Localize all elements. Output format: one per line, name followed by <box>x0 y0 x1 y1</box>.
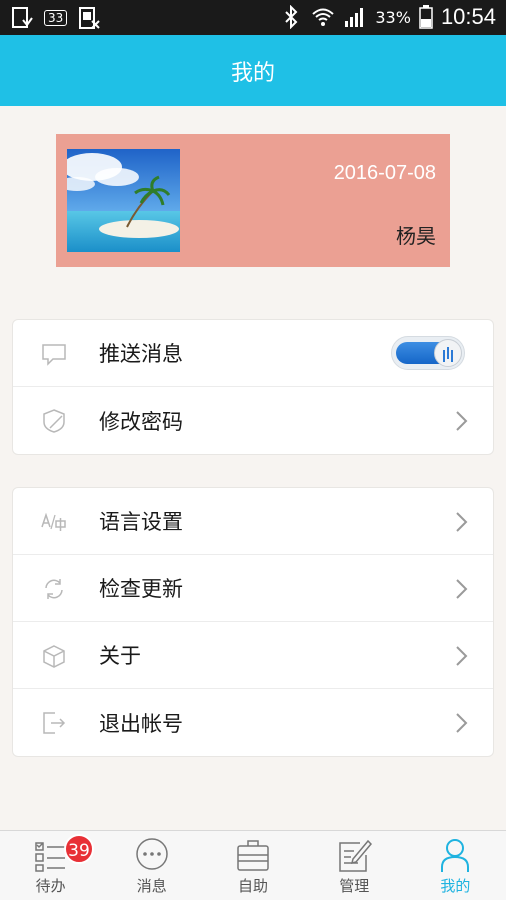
signal-icon <box>345 8 364 27</box>
bluetooth-icon <box>285 5 298 29</box>
shield-icon <box>43 409 65 433</box>
tab-messages-label: 消息 <box>136 877 167 895</box>
chevron-right-icon <box>456 579 468 599</box>
tab-messages[interactable]: 消息 <box>101 831 202 900</box>
profile-name: 杨昊 <box>396 224 436 248</box>
person-icon <box>441 839 470 872</box>
settings-group-2: 语言设置 检查更新 关于 退出帐号 <box>12 487 494 757</box>
profile-date: 2016-07-08 <box>333 162 436 184</box>
clock: 10:54 <box>440 4 496 29</box>
logout-row[interactable]: 退出帐号 <box>13 689 493 756</box>
push-notification-toggle[interactable] <box>391 336 465 370</box>
about-row[interactable]: 关于 <box>13 622 493 689</box>
todo-badge: 39 <box>64 834 94 864</box>
language-settings-row[interactable]: 语言设置 <box>13 488 493 555</box>
refresh-icon <box>45 579 63 599</box>
title-bar: 我的 <box>0 35 506 106</box>
sim-33-icon: 33 <box>44 10 68 26</box>
tab-todo-label: 待办 <box>35 877 66 895</box>
settings-group-1: 推送消息 修改密码 <box>12 319 494 455</box>
bottom-tab-bar: 39 待办 消息 自助 管理 我的 <box>0 830 506 900</box>
tab-self-service[interactable]: 自助 <box>202 831 303 900</box>
chat-bubble-icon <box>42 344 66 366</box>
battery-percent: 33% <box>375 7 411 27</box>
wifi-icon <box>312 8 335 26</box>
page-title: 我的 <box>230 60 275 86</box>
change-password-row[interactable]: 修改密码 <box>13 387 493 454</box>
push-notification-label: 推送消息 <box>99 342 183 366</box>
tab-manage[interactable]: 管理 <box>304 831 405 900</box>
tab-mine-label: 我的 <box>440 877 471 895</box>
about-label: 关于 <box>99 644 141 668</box>
message-icon <box>136 838 168 870</box>
push-notification-row[interactable]: 推送消息 <box>13 320 493 387</box>
briefcase-icon <box>237 840 269 871</box>
logout-label: 退出帐号 <box>99 711 183 736</box>
change-password-label: 修改密码 <box>99 409 183 434</box>
tab-mine[interactable]: 我的 <box>405 831 506 900</box>
tab-manage-label: 管理 <box>339 877 370 895</box>
language-settings-label: 语言设置 <box>99 510 183 534</box>
translate-icon <box>41 512 66 531</box>
chevron-right-icon <box>456 646 468 666</box>
profile-card[interactable]: 2016-07-08 杨昊 <box>56 134 450 267</box>
chevron-right-icon <box>456 713 468 733</box>
download-notification-icon <box>12 7 33 28</box>
tab-self-service-label: 自助 <box>238 877 269 895</box>
tab-todo[interactable]: 39 待办 <box>0 831 101 900</box>
edit-note-icon <box>339 839 373 872</box>
status-bar: 33 33% 10:54 <box>0 0 506 35</box>
logout-icon <box>43 712 66 734</box>
cube-icon <box>43 645 65 668</box>
avatar <box>67 149 180 252</box>
chevron-right-icon <box>456 512 468 532</box>
todo-list-icon <box>34 842 65 872</box>
chevron-right-icon <box>456 411 468 431</box>
check-update-label: 检查更新 <box>99 577 183 601</box>
sim-off-icon <box>79 7 100 29</box>
battery-icon <box>419 5 433 29</box>
check-update-row[interactable]: 检查更新 <box>13 555 493 622</box>
